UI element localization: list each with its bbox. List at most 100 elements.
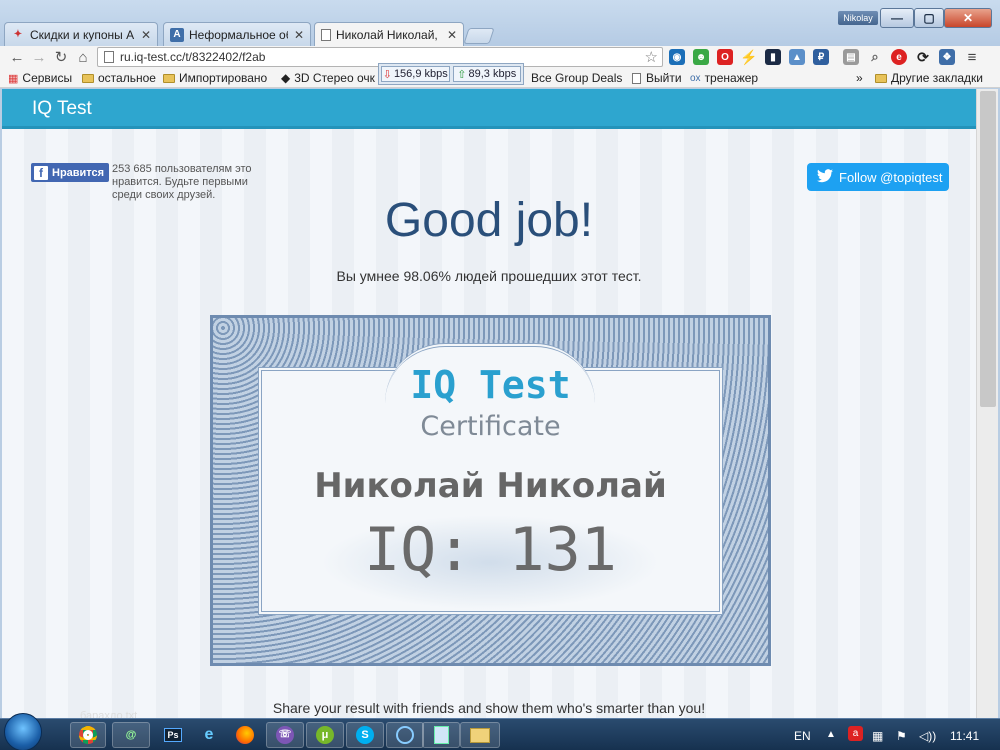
page-icon [104, 51, 114, 63]
extension-note-icon[interactable]: ▤ [843, 49, 859, 65]
arrow-up-icon: ⇧ [457, 68, 467, 81]
folder-icon [875, 73, 887, 83]
bookmark-trainer[interactable]: ox тренажер [690, 71, 758, 85]
extension-robot-icon[interactable]: ☻ [693, 49, 709, 65]
home-button[interactable]: ⌂ [74, 48, 92, 66]
taskbar-notepad[interactable] [422, 722, 460, 748]
bookmark-folder-others[interactable]: Другие закладки [875, 71, 983, 85]
site-navbar: IQ Test [2, 89, 976, 129]
tab-informal[interactable]: A Неформальное общ ✕ [163, 22, 311, 46]
iq-certificate: IQ Test Certificate Николай Николай IQ: … [210, 315, 771, 666]
bookmark-folder-other[interactable]: остальное [82, 71, 156, 85]
arrow-right-icon: → [31, 48, 47, 66]
start-button[interactable] [4, 713, 42, 750]
download-speed: ⇩ 156,9 kbps [381, 66, 450, 82]
twitter-bird-icon [817, 168, 833, 186]
taskbar-mail-agent[interactable]: @ [112, 722, 150, 748]
tray-expand-icon[interactable]: ▲ [826, 729, 836, 740]
bookmark-label: остальное [98, 71, 156, 85]
site-brand[interactable]: IQ Test [32, 98, 92, 120]
certificate-name: Николай Николай [314, 466, 667, 506]
taskbar-skype[interactable]: S [346, 722, 384, 748]
taskbar-viber[interactable]: ☏ [266, 722, 304, 748]
taskbar-photoshop[interactable]: Ps [154, 722, 192, 748]
language-indicator[interactable]: EN [794, 729, 811, 743]
notepad-icon [433, 726, 449, 744]
bookmark-folder-imported[interactable]: Импортировано [163, 71, 267, 85]
tab-label: Скидки и купоны А [30, 27, 135, 42]
tab-iq-test[interactable]: Николай Николай, В ✕ [314, 22, 464, 47]
twitter-follow-button[interactable]: Follow @topiqtest [807, 163, 949, 191]
close-icon[interactable]: ✕ [141, 28, 151, 42]
clock[interactable]: 11:41 [950, 729, 979, 743]
taskbar-chrome[interactable] [70, 722, 106, 748]
chevron-double-right-icon: » [856, 71, 863, 85]
close-icon[interactable]: ✕ [447, 28, 457, 42]
close-window-button[interactable]: ✕ [944, 8, 992, 28]
extension-adblock-icon[interactable]: e [891, 49, 907, 65]
bookmark-3d-glasses[interactable]: ◆ 3D Стерео очк [281, 71, 375, 85]
close-icon: ✕ [962, 11, 974, 25]
bookmark-label: тренажер [704, 71, 759, 85]
bookmarks-overflow-button[interactable]: » [856, 71, 863, 85]
browser-window: ✦ Скидки и купоны А ✕ A Неформальное общ… [0, 0, 1000, 718]
skype-icon: S [356, 726, 374, 744]
extension-sync-icon[interactable]: ⟳ [915, 49, 931, 65]
maximize-icon: ▢ [923, 11, 935, 25]
minimize-button[interactable]: — [880, 8, 914, 28]
bookmark-apps[interactable]: ▦ Сервисы [8, 71, 72, 85]
profile-badge[interactable]: Nikolay [838, 11, 878, 25]
forward-button[interactable]: → [30, 48, 48, 66]
certificate-title: IQ Test [410, 363, 571, 407]
extension-tree-icon[interactable]: ❖ [939, 49, 955, 65]
extension-ruble-icon[interactable]: ₽ [813, 49, 829, 65]
reload-button[interactable]: ↻ [52, 48, 70, 66]
menu-icon[interactable]: ≡ [964, 49, 980, 66]
scrollbar-thumb[interactable] [980, 91, 996, 407]
diamond-icon: ◆ [281, 71, 291, 85]
tab-discounts[interactable]: ✦ Скидки и купоны А ✕ [4, 22, 158, 46]
tray-flag-icon[interactable]: ⚑ [896, 729, 907, 743]
bookmark-logout[interactable]: Выйти [632, 71, 682, 85]
folder-icon [82, 73, 94, 83]
bookmark-label: Все Group Deals [531, 71, 623, 85]
extension-chart-icon[interactable]: ▮ [765, 49, 781, 65]
extension-bolt-icon[interactable]: ⚡ [740, 49, 757, 65]
ie-icon: e [204, 726, 214, 743]
tray-network-icon[interactable]: ▦ [872, 729, 883, 743]
new-tab-button[interactable] [463, 28, 495, 44]
back-button[interactable]: ← [8, 48, 26, 66]
firefox-icon [236, 726, 254, 744]
viber-icon: ☏ [276, 726, 294, 744]
bookmark-group-deals[interactable]: Все Group Deals [531, 71, 622, 85]
bookmark-label: Выйти [646, 71, 682, 85]
taskbar-explorer[interactable] [460, 722, 500, 748]
tray-volume-icon[interactable]: ◁)) [919, 729, 936, 743]
close-icon[interactable]: ✕ [294, 28, 304, 42]
at-sign-icon: @ [125, 729, 137, 741]
facebook-like-button[interactable]: f Нравится [31, 163, 109, 182]
extension-globe-icon[interactable]: ◉ [669, 49, 685, 65]
taskbar-utorrent[interactable]: μ [306, 722, 344, 748]
page-scrollbar[interactable] [976, 89, 998, 718]
photoshop-icon: Ps [164, 728, 182, 742]
facebook-like-label: Нравится [52, 166, 105, 179]
page-content: IQ Test f Нравится 253 685 пользователям… [2, 89, 976, 718]
taskbar-app-circle[interactable] [386, 722, 424, 748]
extension-flag-icon[interactable]: ▲ [789, 49, 805, 65]
maximize-button[interactable]: ▢ [914, 8, 944, 28]
star-icon[interactable]: ☆ [645, 48, 658, 66]
taskbar-firefox[interactable] [226, 722, 264, 748]
tab-label: Неформальное общ [189, 27, 288, 42]
upload-speed: ⇧ 89,3 kbps [452, 66, 521, 82]
extension-search-icon[interactable]: ⌕ [867, 49, 883, 65]
chrome-icon [79, 726, 97, 744]
bookmark-label: 3D Стерео очк [294, 71, 375, 85]
tray-avira-icon[interactable]: a [848, 725, 863, 741]
home-icon: ⌂ [78, 48, 88, 66]
download-speed-value: 156,9 kbps [393, 68, 448, 80]
taskbar-ie[interactable]: e [190, 722, 228, 748]
page-icon [321, 29, 331, 41]
extension-opera-icon[interactable]: O [717, 49, 733, 65]
twitter-follow-label: Follow @topiqtest [839, 169, 943, 185]
